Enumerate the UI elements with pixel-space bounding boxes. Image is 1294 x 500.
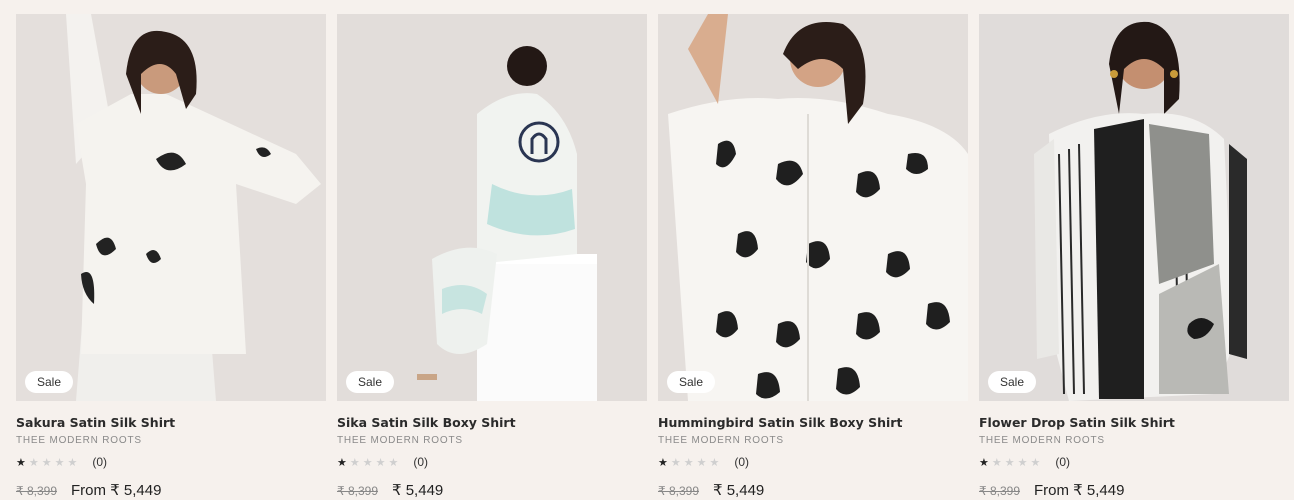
product-price: ₹ 8,399 From ₹ 5,449 (16, 481, 326, 499)
product-image[interactable]: Sale (337, 14, 647, 401)
product-vendor: THEE MODERN ROOTS (16, 435, 142, 446)
product-rating: ★★★★★ (0) (658, 455, 968, 469)
product-price: ₹ 8,399 ₹ 5,449 (337, 481, 647, 499)
star-rating-icon: ★★★★★ (658, 456, 723, 469)
product-photo (337, 14, 647, 401)
sale-price: From ₹ 5,449 (71, 482, 162, 499)
sale-price: ₹ 5,449 (392, 482, 444, 499)
product-image[interactable]: Sale (16, 14, 326, 401)
compare-at-price: ₹ 8,399 (979, 484, 1020, 498)
product-image[interactable]: Sale (979, 14, 1289, 401)
product-card[interactable]: Sale Sakura Satin Silk Shirt THEE MODERN… (16, 14, 326, 499)
compare-at-price: ₹ 8,399 (16, 484, 57, 498)
product-rating: ★★★★★ (0) (337, 455, 647, 469)
sale-badge: Sale (988, 371, 1037, 393)
sale-price: From ₹ 5,449 (1034, 482, 1125, 499)
product-image[interactable]: Sale (658, 14, 968, 401)
product-rating: ★★★★★ (0) (16, 455, 326, 469)
product-rating: ★★★★★ (0) (979, 455, 1289, 469)
product-card[interactable]: Sale Sika Satin Silk Boxy Shirt THEE MOD… (337, 14, 647, 499)
compare-at-price: ₹ 8,399 (658, 484, 699, 498)
product-grid: Sale Sakura Satin Silk Shirt THEE MODERN… (16, 14, 1289, 499)
sale-price: ₹ 5,449 (713, 482, 765, 499)
product-card[interactable]: Sale Flower Drop Satin Silk Shirt THEE M… (979, 14, 1289, 499)
product-price: ₹ 8,399 From ₹ 5,449 (979, 481, 1289, 499)
star-rating-icon: ★★★★★ (16, 456, 81, 469)
rating-count: (0) (1055, 455, 1070, 469)
product-photo (979, 14, 1289, 401)
star-rating-icon: ★★★★★ (979, 456, 1044, 469)
product-title[interactable]: Hummingbird Satin Silk Boxy Shirt (658, 415, 968, 430)
product-title[interactable]: Sika Satin Silk Boxy Shirt (337, 415, 647, 430)
rating-count: (0) (92, 455, 107, 469)
product-title[interactable]: Flower Drop Satin Silk Shirt (979, 415, 1289, 430)
star-rating-icon: ★★★★★ (337, 456, 402, 469)
product-card[interactable]: Sale Hummingbird Satin Silk Boxy Shirt T… (658, 14, 968, 499)
product-vendor: THEE MODERN ROOTS (979, 435, 1105, 446)
sale-badge: Sale (25, 371, 74, 393)
product-vendor: THEE MODERN ROOTS (658, 435, 784, 446)
sale-badge: Sale (346, 371, 395, 393)
product-photo (16, 14, 326, 401)
sale-badge: Sale (667, 371, 716, 393)
product-title[interactable]: Sakura Satin Silk Shirt (16, 415, 326, 430)
rating-count: (0) (734, 455, 749, 469)
product-price: ₹ 8,399 ₹ 5,449 (658, 481, 968, 499)
compare-at-price: ₹ 8,399 (337, 484, 378, 498)
product-photo (658, 14, 968, 401)
product-vendor: THEE MODERN ROOTS (337, 435, 463, 446)
rating-count: (0) (413, 455, 428, 469)
